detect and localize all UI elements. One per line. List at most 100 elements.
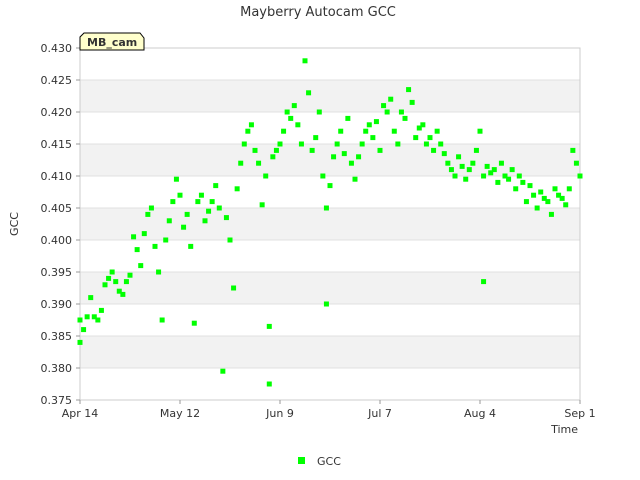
x-tick-label: Jun 9: [265, 407, 294, 420]
annotation-box: MB_cam: [79, 32, 145, 51]
grid-band: [80, 112, 580, 144]
data-point: [284, 109, 290, 115]
data-point: [227, 237, 233, 243]
data-point: [506, 176, 512, 182]
data-point: [323, 205, 329, 211]
data-point: [348, 160, 354, 166]
data-point: [309, 147, 315, 153]
data-point: [191, 320, 197, 326]
data-point: [559, 195, 565, 201]
data-point: [206, 208, 212, 214]
data-point: [102, 282, 108, 288]
data-point: [463, 176, 469, 182]
data-point: [573, 160, 579, 166]
data-point: [427, 135, 433, 141]
data-point: [195, 199, 201, 205]
data-point: [495, 179, 501, 185]
data-point: [88, 295, 94, 301]
data-point: [373, 119, 379, 125]
data-point: [234, 186, 240, 192]
legend-marker: [298, 457, 305, 464]
data-point: [570, 147, 576, 153]
annotation-label: MB_cam: [87, 36, 137, 49]
data-point: [241, 141, 247, 147]
x-tick-label: Aug 4: [464, 407, 496, 420]
grid-band: [80, 304, 580, 336]
chart-title: Mayberry Autocam GCC: [240, 5, 396, 20]
x-tick-label: Apr 14: [62, 407, 99, 420]
data-point: [441, 151, 447, 157]
data-point: [141, 231, 147, 237]
data-point: [548, 211, 554, 217]
data-point: [248, 122, 254, 128]
data-point: [238, 160, 244, 166]
data-point: [391, 128, 397, 134]
data-point: [316, 109, 322, 115]
x-tick-label: Sep 1: [564, 407, 595, 420]
x-tick-label: May 12: [160, 407, 200, 420]
data-point: [395, 141, 401, 147]
data-point: [138, 263, 144, 269]
data-point: [84, 314, 90, 320]
data-point: [223, 215, 229, 221]
data-point: [366, 122, 372, 128]
data-point: [109, 269, 115, 275]
data-point: [313, 135, 319, 141]
data-point: [434, 128, 440, 134]
data-point: [302, 58, 308, 64]
data-point: [170, 199, 176, 205]
data-point: [113, 279, 119, 285]
data-point: [352, 176, 358, 182]
data-point: [423, 141, 429, 147]
data-point: [523, 199, 529, 205]
data-point: [106, 275, 112, 281]
data-point: [320, 173, 326, 179]
data-point: [331, 154, 337, 160]
data-point: [252, 147, 258, 153]
data-point: [273, 147, 279, 153]
data-point: [466, 167, 472, 173]
data-point: [566, 186, 572, 192]
data-point: [409, 99, 415, 105]
data-point: [384, 109, 390, 115]
data-point: [341, 151, 347, 157]
y-tick-label: 0.425: [41, 74, 73, 87]
data-point: [563, 202, 569, 208]
data-point: [438, 141, 444, 147]
data-point: [516, 173, 522, 179]
data-point: [220, 368, 226, 374]
grid-band: [80, 48, 580, 80]
data-point: [256, 160, 262, 166]
scatter-chart: 0.375 0.380 0.385 0.390 0.395 0.400 0.405 0.410…: [0, 0, 640, 480]
data-point: [266, 323, 272, 329]
data-point: [123, 279, 129, 285]
legend-label: GCC: [317, 455, 341, 468]
data-point: [281, 128, 287, 134]
data-point: [513, 186, 519, 192]
data-point: [209, 199, 215, 205]
y-tick-label: 0.375: [41, 394, 73, 407]
data-point: [481, 173, 487, 179]
data-point: [163, 237, 169, 243]
data-point: [398, 109, 404, 115]
data-point: [459, 163, 465, 169]
data-point: [491, 167, 497, 173]
data-point: [98, 307, 104, 313]
data-point: [134, 247, 140, 253]
data-point: [198, 192, 204, 198]
data-point: [173, 176, 179, 182]
data-point: [166, 218, 172, 224]
data-point: [477, 128, 483, 134]
grid-band: [80, 336, 580, 368]
grid-band: [80, 144, 580, 176]
y-axis-label: GCC: [8, 212, 21, 236]
data-point: [509, 167, 515, 173]
data-point: [95, 317, 101, 323]
data-point: [77, 339, 83, 345]
data-point: [448, 167, 454, 173]
data-point: [213, 183, 219, 189]
data-point: [266, 381, 272, 387]
data-point: [413, 135, 419, 141]
y-tick-label: 0.400: [41, 234, 73, 247]
data-point: [338, 128, 344, 134]
